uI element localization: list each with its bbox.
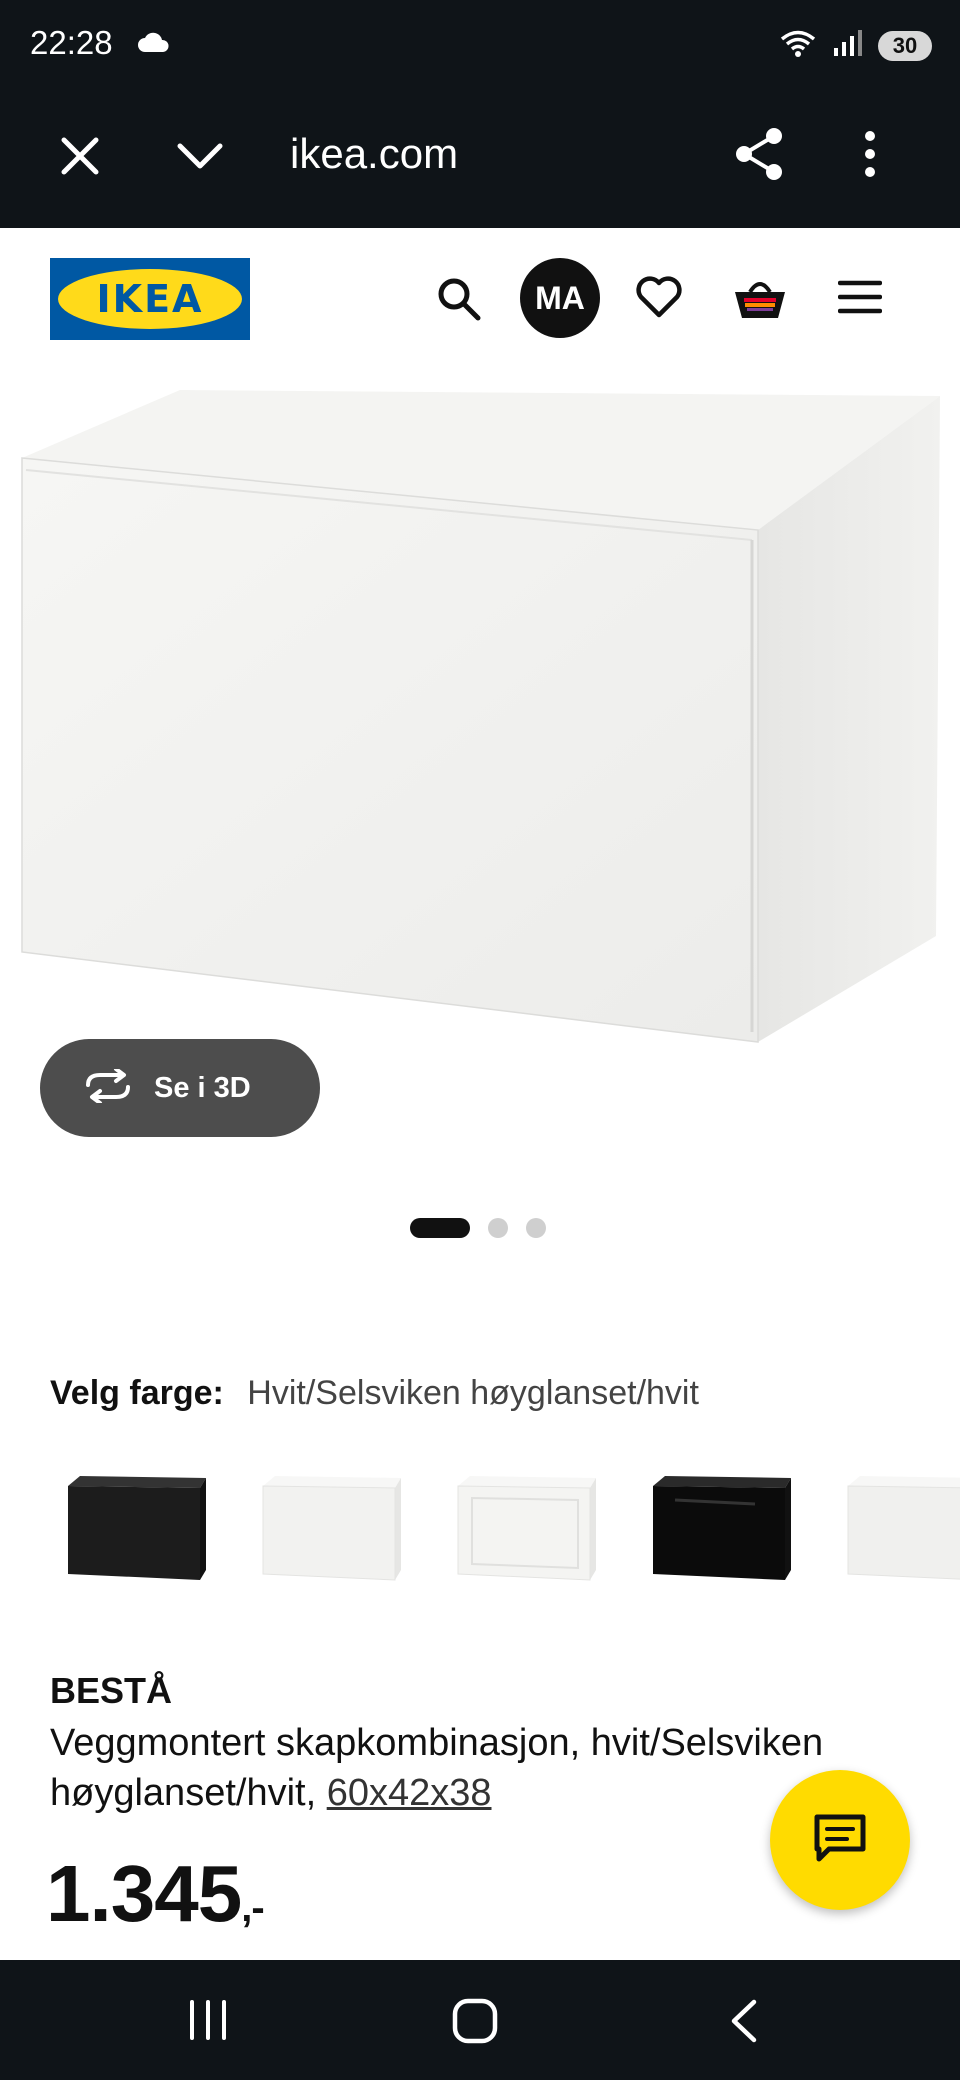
swatch-white[interactable] (245, 1470, 415, 1600)
swatch-white-partial[interactable] (830, 1470, 960, 1600)
status-time: 22:28 (30, 24, 113, 61)
price-value: 1.345 (46, 1849, 242, 1938)
ikea-logo[interactable]: IKEA (50, 258, 250, 340)
product-name: BESTÅ (50, 1670, 173, 1711)
battery-icon: 30 (878, 30, 932, 61)
product-image[interactable] (0, 368, 960, 1048)
search-icon[interactable] (436, 276, 482, 327)
product-dimensions-link[interactable]: 60x42x38 (327, 1772, 492, 1814)
url-bar[interactable]: ikea.com (290, 130, 458, 178)
chevron-down-icon[interactable] (174, 132, 226, 185)
product-price: 1.345,- (46, 1848, 265, 1940)
logo-oval: IKEA (58, 269, 242, 329)
signal-icon (832, 28, 864, 63)
color-selection: Velg farge: Hvit/Selsviken høyglanset/hv… (50, 1374, 699, 1413)
status-icons: 30 (778, 28, 932, 63)
back-icon[interactable] (726, 1998, 760, 2049)
see-in-3d-label: Se i 3D (154, 1071, 251, 1104)
color-label: Velg farge: (50, 1374, 224, 1412)
rotate-3d-icon (82, 1066, 134, 1108)
logo-text: IKEA (96, 277, 204, 321)
recent-apps-icon[interactable] (188, 2000, 228, 2045)
swatch-black[interactable] (50, 1470, 220, 1600)
home-icon[interactable] (452, 1998, 498, 2049)
close-icon[interactable] (56, 132, 104, 185)
cloud-icon (137, 32, 171, 59)
hamburger-menu-icon[interactable] (837, 280, 883, 319)
gallery-pagination (410, 1218, 546, 1238)
shopping-bag-icon[interactable] (732, 274, 788, 327)
share-icon[interactable] (734, 126, 786, 187)
pagination-dot[interactable] (488, 1218, 508, 1238)
wifi-icon (778, 28, 818, 63)
site-header: IKEA MA (0, 228, 960, 368)
more-vert-icon[interactable] (862, 130, 878, 183)
status-bar: 22:28 30 (0, 0, 960, 90)
chat-button[interactable] (770, 1770, 910, 1910)
chat-icon (813, 1813, 867, 1868)
heart-icon[interactable] (636, 276, 682, 323)
pagination-dot-active[interactable] (410, 1218, 470, 1238)
swatch-white-frame[interactable] (440, 1470, 610, 1600)
browser-toolbar: ikea.com (0, 90, 960, 228)
color-swatches (50, 1470, 960, 1600)
system-navigation-bar (0, 1960, 960, 2080)
color-value: Hvit/Selsviken høyglanset/hvit (247, 1374, 699, 1412)
price-suffix: ,- (241, 1886, 264, 1930)
pagination-dot[interactable] (526, 1218, 546, 1238)
see-in-3d-button[interactable]: Se i 3D (40, 1039, 320, 1137)
avatar[interactable]: MA (520, 258, 600, 338)
swatch-black-gloss[interactable] (635, 1470, 805, 1600)
